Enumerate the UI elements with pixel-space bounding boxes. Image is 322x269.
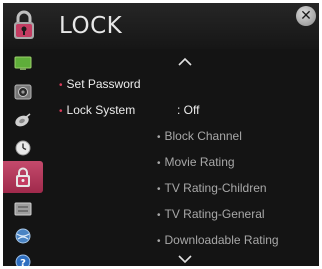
page-title: LOCK bbox=[59, 13, 123, 39]
sub-item-label: TV Rating-General bbox=[164, 207, 265, 221]
support-icon: ? bbox=[15, 254, 31, 266]
header: LOCK ✕ bbox=[3, 3, 319, 49]
bullet: • bbox=[157, 158, 161, 169]
lock-system-value: : Off bbox=[177, 103, 200, 117]
svg-text:?: ? bbox=[20, 258, 26, 266]
menu-panel: • Set Password • Lock System : Off • Block … bbox=[43, 49, 319, 266]
sub-item-tv-rating-general[interactable]: • TV Rating-General bbox=[157, 207, 265, 221]
sidebar-item-sound[interactable] bbox=[3, 79, 43, 105]
menu-item-label: Lock System bbox=[66, 103, 136, 117]
bullet: • bbox=[157, 132, 161, 143]
lock-icon bbox=[14, 10, 34, 39]
sidebar-item-time[interactable] bbox=[3, 135, 43, 161]
sub-item-downloadable-rating[interactable]: • Downloadable Rating bbox=[157, 233, 279, 247]
time-icon bbox=[15, 140, 31, 156]
picture-icon bbox=[14, 56, 32, 70]
sidebar: ? bbox=[3, 49, 43, 266]
chevron-up-icon[interactable] bbox=[177, 57, 193, 67]
sidebar-item-lock[interactable] bbox=[3, 161, 43, 193]
bullet: • bbox=[59, 80, 63, 91]
sidebar-item-channel[interactable] bbox=[3, 107, 43, 133]
lock-settings-screen: LOCK ✕ ? • Set Password • Lock System: … bbox=[3, 3, 319, 266]
sidebar-item-network[interactable] bbox=[3, 223, 43, 249]
option-icon bbox=[14, 202, 32, 216]
close-icon[interactable]: ✕ bbox=[296, 6, 316, 26]
sub-item-block-channel[interactable]: • Block Channel bbox=[157, 129, 242, 143]
sound-icon bbox=[14, 84, 32, 100]
menu-item-set-password[interactable]: • Set Password bbox=[59, 77, 141, 91]
menu-item-label: Set Password bbox=[66, 77, 141, 91]
bullet: • bbox=[157, 184, 161, 195]
chevron-down-icon[interactable] bbox=[177, 254, 193, 264]
bullet: • bbox=[157, 210, 161, 221]
sub-item-label: Block Channel bbox=[164, 129, 242, 143]
sub-item-label: Movie Rating bbox=[164, 155, 235, 169]
channel-icon bbox=[15, 113, 31, 127]
network-icon bbox=[15, 228, 31, 244]
menu-item-lock-system[interactable]: • Lock System : Off bbox=[59, 103, 319, 117]
bullet: • bbox=[157, 236, 161, 247]
sub-item-tv-rating-children[interactable]: • TV Rating-Children bbox=[157, 181, 267, 195]
sidebar-item-picture[interactable] bbox=[3, 51, 43, 77]
sidebar-item-option[interactable] bbox=[3, 196, 43, 222]
lock-icon bbox=[16, 167, 30, 187]
sub-item-movie-rating[interactable]: • Movie Rating bbox=[157, 155, 235, 169]
bullet: • bbox=[59, 106, 63, 117]
sidebar-item-support[interactable]: ? bbox=[3, 249, 43, 266]
sub-item-label: Downloadable Rating bbox=[164, 233, 279, 247]
sub-item-label: TV Rating-Children bbox=[164, 181, 267, 195]
